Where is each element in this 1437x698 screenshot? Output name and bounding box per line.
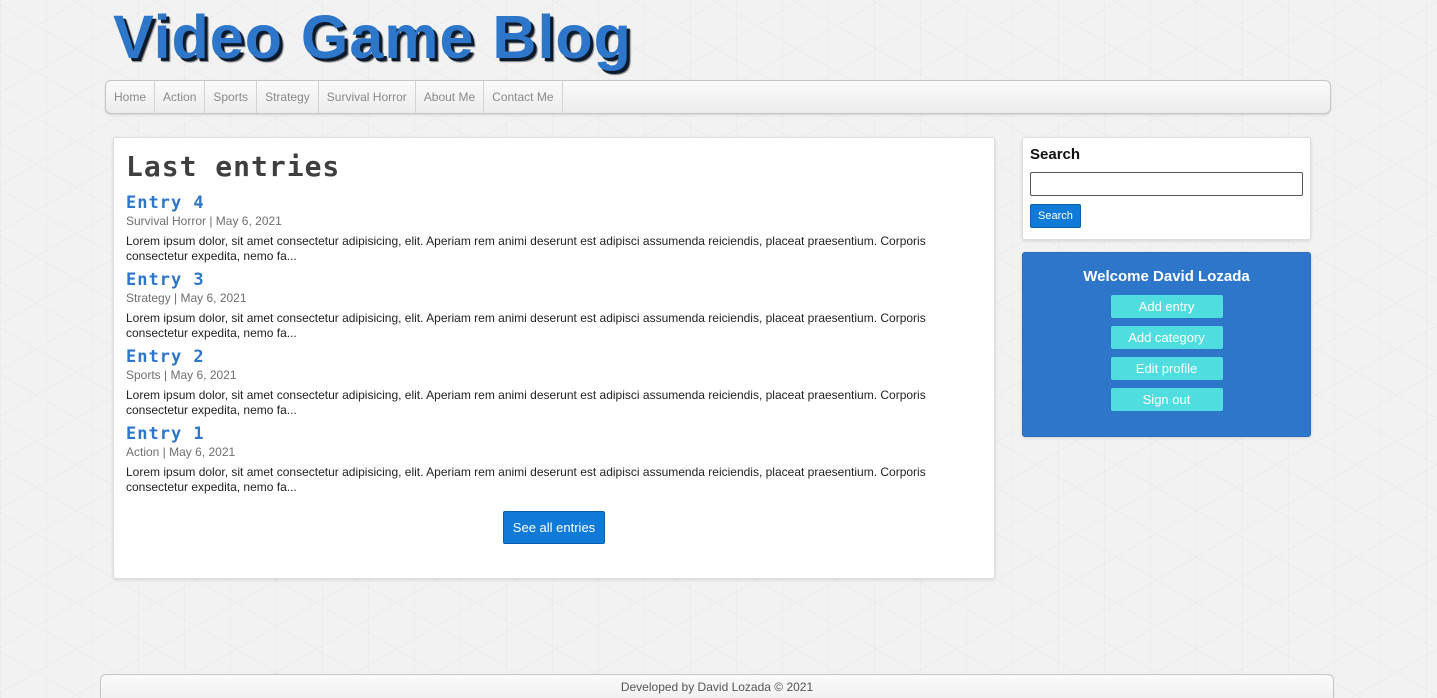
entries-heading: Last entries <box>126 150 341 183</box>
entry-meta: Action | May 6, 2021 <box>126 445 236 459</box>
entry-item: Entry 1 Action | May 6, 2021 Lorem ipsum… <box>126 425 982 495</box>
entry-meta: Sports | May 6, 2021 <box>126 368 237 382</box>
welcome-message: Welcome David Lozada <box>1083 268 1250 285</box>
entry-meta: Strategy | May 6, 2021 <box>126 291 247 305</box>
entry-item: Entry 3 Strategy | May 6, 2021 Lorem ips… <box>126 271 982 341</box>
nav-item-strategy[interactable]: Strategy <box>257 81 319 113</box>
edit-profile-button[interactable]: Edit profile <box>1110 357 1223 380</box>
search-input[interactable] <box>1030 172 1303 196</box>
nav-item-survival-horror[interactable]: Survival Horror <box>319 81 416 113</box>
sign-out-button[interactable]: Sign out <box>1110 388 1223 411</box>
footer-credit: Developed by David Lozada © 2021 <box>620 680 814 694</box>
nav-item-action[interactable]: Action <box>155 81 206 113</box>
add-category-button[interactable]: Add category <box>1110 326 1223 349</box>
entries-panel: Last entries Entry 4 Survival Horror | M… <box>113 137 995 579</box>
entry-title-link[interactable]: Entry 4 <box>126 194 205 212</box>
entry-item: Entry 4 Survival Horror | May 6, 2021 Lo… <box>126 194 982 264</box>
entry-excerpt: Lorem ipsum dolor, sit amet consectetur … <box>126 234 926 263</box>
entry-meta: Survival Horror | May 6, 2021 <box>126 214 282 228</box>
nav-item-contact-me[interactable]: Contact Me <box>484 81 563 113</box>
entry-excerpt: Lorem ipsum dolor, sit amet consectetur … <box>126 388 926 417</box>
site-header: Video Game Blog <box>113 2 632 72</box>
add-entry-button[interactable]: Add entry <box>1110 295 1223 318</box>
see-all-container: See all entries <box>126 511 982 544</box>
entry-item: Entry 2 Sports | May 6, 2021 Lorem ipsum… <box>126 348 982 418</box>
nav-item-about-me[interactable]: About Me <box>416 81 485 113</box>
entry-excerpt: Lorem ipsum dolor, sit amet consectetur … <box>126 311 926 340</box>
main-nav: Home Action Sports Strategy Survival Hor… <box>105 80 1331 114</box>
nav-item-sports[interactable]: Sports <box>205 81 258 113</box>
entry-title-link[interactable]: Entry 3 <box>126 271 205 289</box>
entry-title-link[interactable]: Entry 2 <box>126 348 205 366</box>
search-button[interactable]: Search <box>1030 204 1081 228</box>
search-panel: Search Search <box>1022 137 1311 240</box>
site-footer: Developed by David Lozada © 2021 <box>100 674 1334 698</box>
nav-item-home[interactable]: Home <box>106 81 156 113</box>
entry-title-link[interactable]: Entry 1 <box>126 425 205 443</box>
entry-excerpt: Lorem ipsum dolor, sit amet consectetur … <box>126 465 926 494</box>
search-heading: Search <box>1030 146 1081 163</box>
user-panel: Welcome David Lozada Add entry Add categ… <box>1022 252 1311 437</box>
site-title[interactable]: Video Game Blog <box>113 2 632 72</box>
see-all-entries-button[interactable]: See all entries <box>502 511 606 544</box>
